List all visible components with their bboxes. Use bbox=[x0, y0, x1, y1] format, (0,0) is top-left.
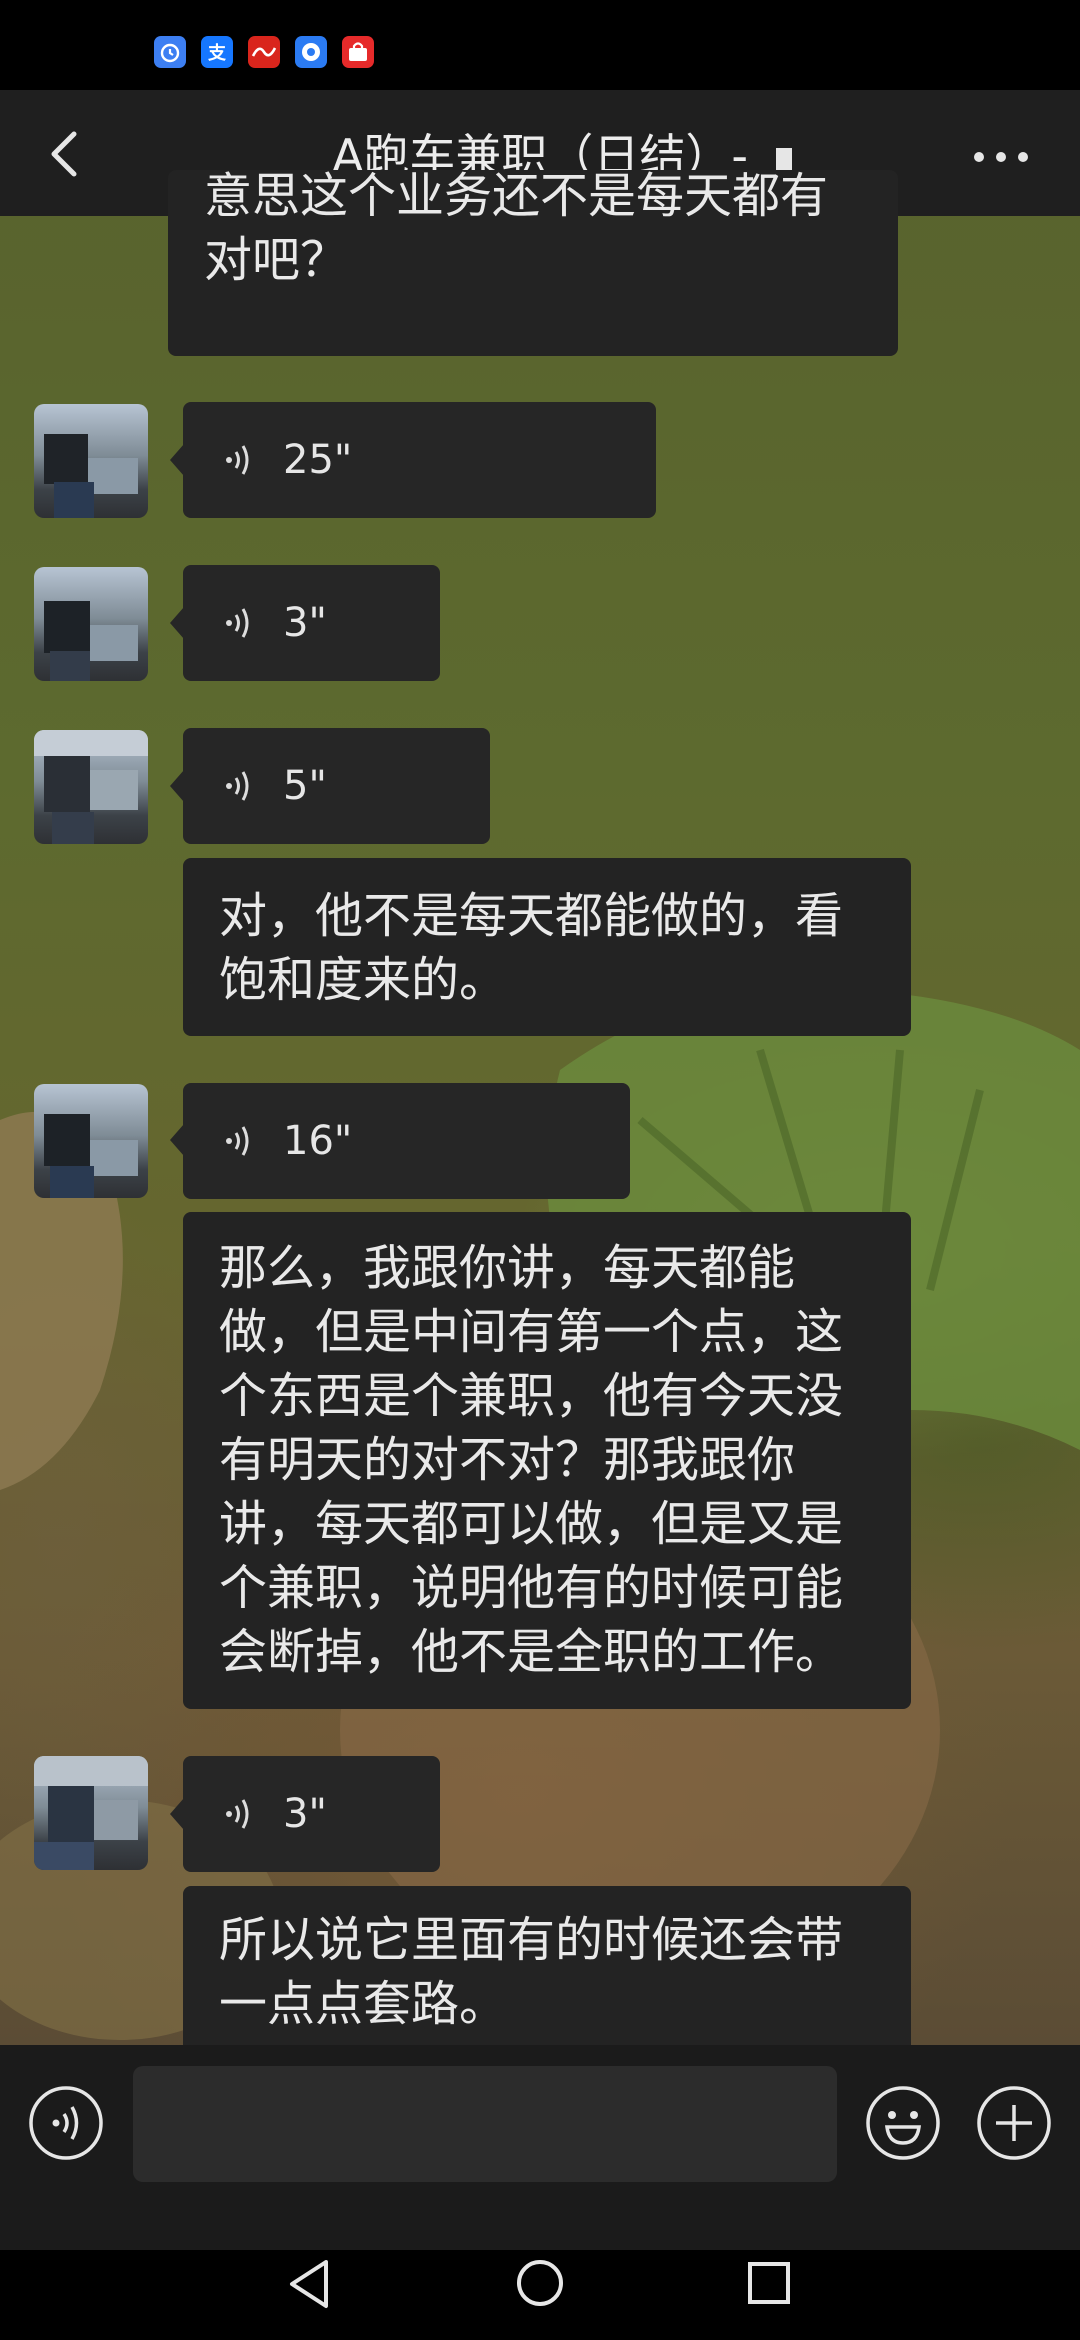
voice-wave-icon bbox=[219, 603, 259, 643]
message-line: 意思这个业务还不是每天都有 bbox=[204, 170, 829, 224]
message-bubble-text[interactable]: 对，他不是每天都能做的，看 饱和度来的。 bbox=[183, 858, 911, 1036]
message-bubble-text[interactable]: 那么，我跟你讲，每天都能 做，但是中间有第一个点，这 个东西是个兼职，他有今天没… bbox=[183, 1212, 911, 1709]
message-line: 个东西是个兼职，他有今天没 bbox=[219, 1368, 844, 1424]
message-line: 那么，我跟你讲，每天都能 bbox=[219, 1240, 796, 1296]
avatar[interactable] bbox=[34, 567, 148, 681]
voice-duration: 3" bbox=[283, 1791, 327, 1837]
message-line: 会断掉，他不是全职的工作。 bbox=[219, 1624, 844, 1680]
voice-duration: 5" bbox=[283, 763, 327, 809]
message-bubble-text[interactable]: 所以说它里面有的时候还会带 一点点套路。 bbox=[183, 1886, 911, 2045]
alipay-icon: 支 bbox=[201, 36, 233, 68]
voice-wave-icon bbox=[219, 766, 259, 806]
message-line: 讲，每天都可以做，但是又是 bbox=[219, 1496, 844, 1552]
voice-wave-icon bbox=[219, 1121, 259, 1161]
nav-home-icon[interactable] bbox=[515, 2258, 565, 2308]
voice-message[interactable]: 25" bbox=[183, 402, 656, 518]
voice-wave-icon bbox=[219, 1794, 259, 1834]
message-line: 饱和度来的。 bbox=[219, 952, 508, 1008]
bubble-tail bbox=[170, 444, 184, 476]
nav-recents-icon[interactable] bbox=[746, 2260, 792, 2306]
app-red-icon bbox=[248, 36, 280, 68]
voice-mode-icon[interactable] bbox=[28, 2085, 104, 2161]
browser-icon bbox=[295, 36, 327, 68]
avatar[interactable] bbox=[34, 730, 148, 844]
bubble-tail bbox=[170, 1798, 184, 1830]
voice-message[interactable]: 3" bbox=[183, 1756, 440, 1872]
message-line: 有明天的对不对？那我跟你 bbox=[219, 1432, 796, 1488]
message-line: 一点点套路。 bbox=[219, 1976, 508, 2032]
chat-background bbox=[0, 90, 1080, 2045]
message-line: 对，他不是每天都能做的，看 bbox=[219, 888, 844, 944]
voice-message[interactable]: 16" bbox=[183, 1083, 630, 1199]
shopping-icon bbox=[342, 36, 374, 68]
message-line: 个兼职，说明他有的时候可能 bbox=[219, 1560, 844, 1616]
chevron-left-icon[interactable] bbox=[36, 122, 90, 186]
bubble-tail bbox=[170, 1124, 184, 1156]
plus-circle-icon[interactable] bbox=[976, 2085, 1052, 2161]
message-input[interactable] bbox=[133, 2066, 837, 2182]
message-line: 对吧？ bbox=[204, 232, 349, 288]
title-mosaic bbox=[776, 148, 792, 170]
voice-duration: 16" bbox=[283, 1118, 353, 1164]
message-line: 做，但是中间有第一个点，这 bbox=[219, 1304, 844, 1360]
status-bar: 支 bbox=[0, 0, 1080, 90]
voice-message[interactable]: 3" bbox=[183, 565, 440, 681]
nav-back-icon[interactable] bbox=[284, 2256, 334, 2312]
avatar[interactable] bbox=[34, 1084, 148, 1198]
message-bubble-text[interactable]: 意思这个业务还不是每天都有 对吧？ bbox=[168, 170, 898, 356]
voice-duration: 3" bbox=[283, 600, 327, 646]
emoji-icon[interactable] bbox=[865, 2085, 941, 2161]
voice-duration: 25" bbox=[283, 437, 353, 483]
avatar[interactable] bbox=[34, 404, 148, 518]
avatar[interactable] bbox=[34, 1756, 148, 1870]
message-line: 所以说它里面有的时候还会带 bbox=[219, 1912, 844, 1968]
bubble-tail bbox=[170, 607, 184, 639]
voice-message[interactable]: 5" bbox=[183, 728, 490, 844]
bubble-tail bbox=[170, 770, 184, 802]
more-dots-icon[interactable] bbox=[970, 138, 1032, 172]
alarm-clock-icon bbox=[154, 36, 186, 68]
voice-wave-icon bbox=[219, 440, 259, 480]
